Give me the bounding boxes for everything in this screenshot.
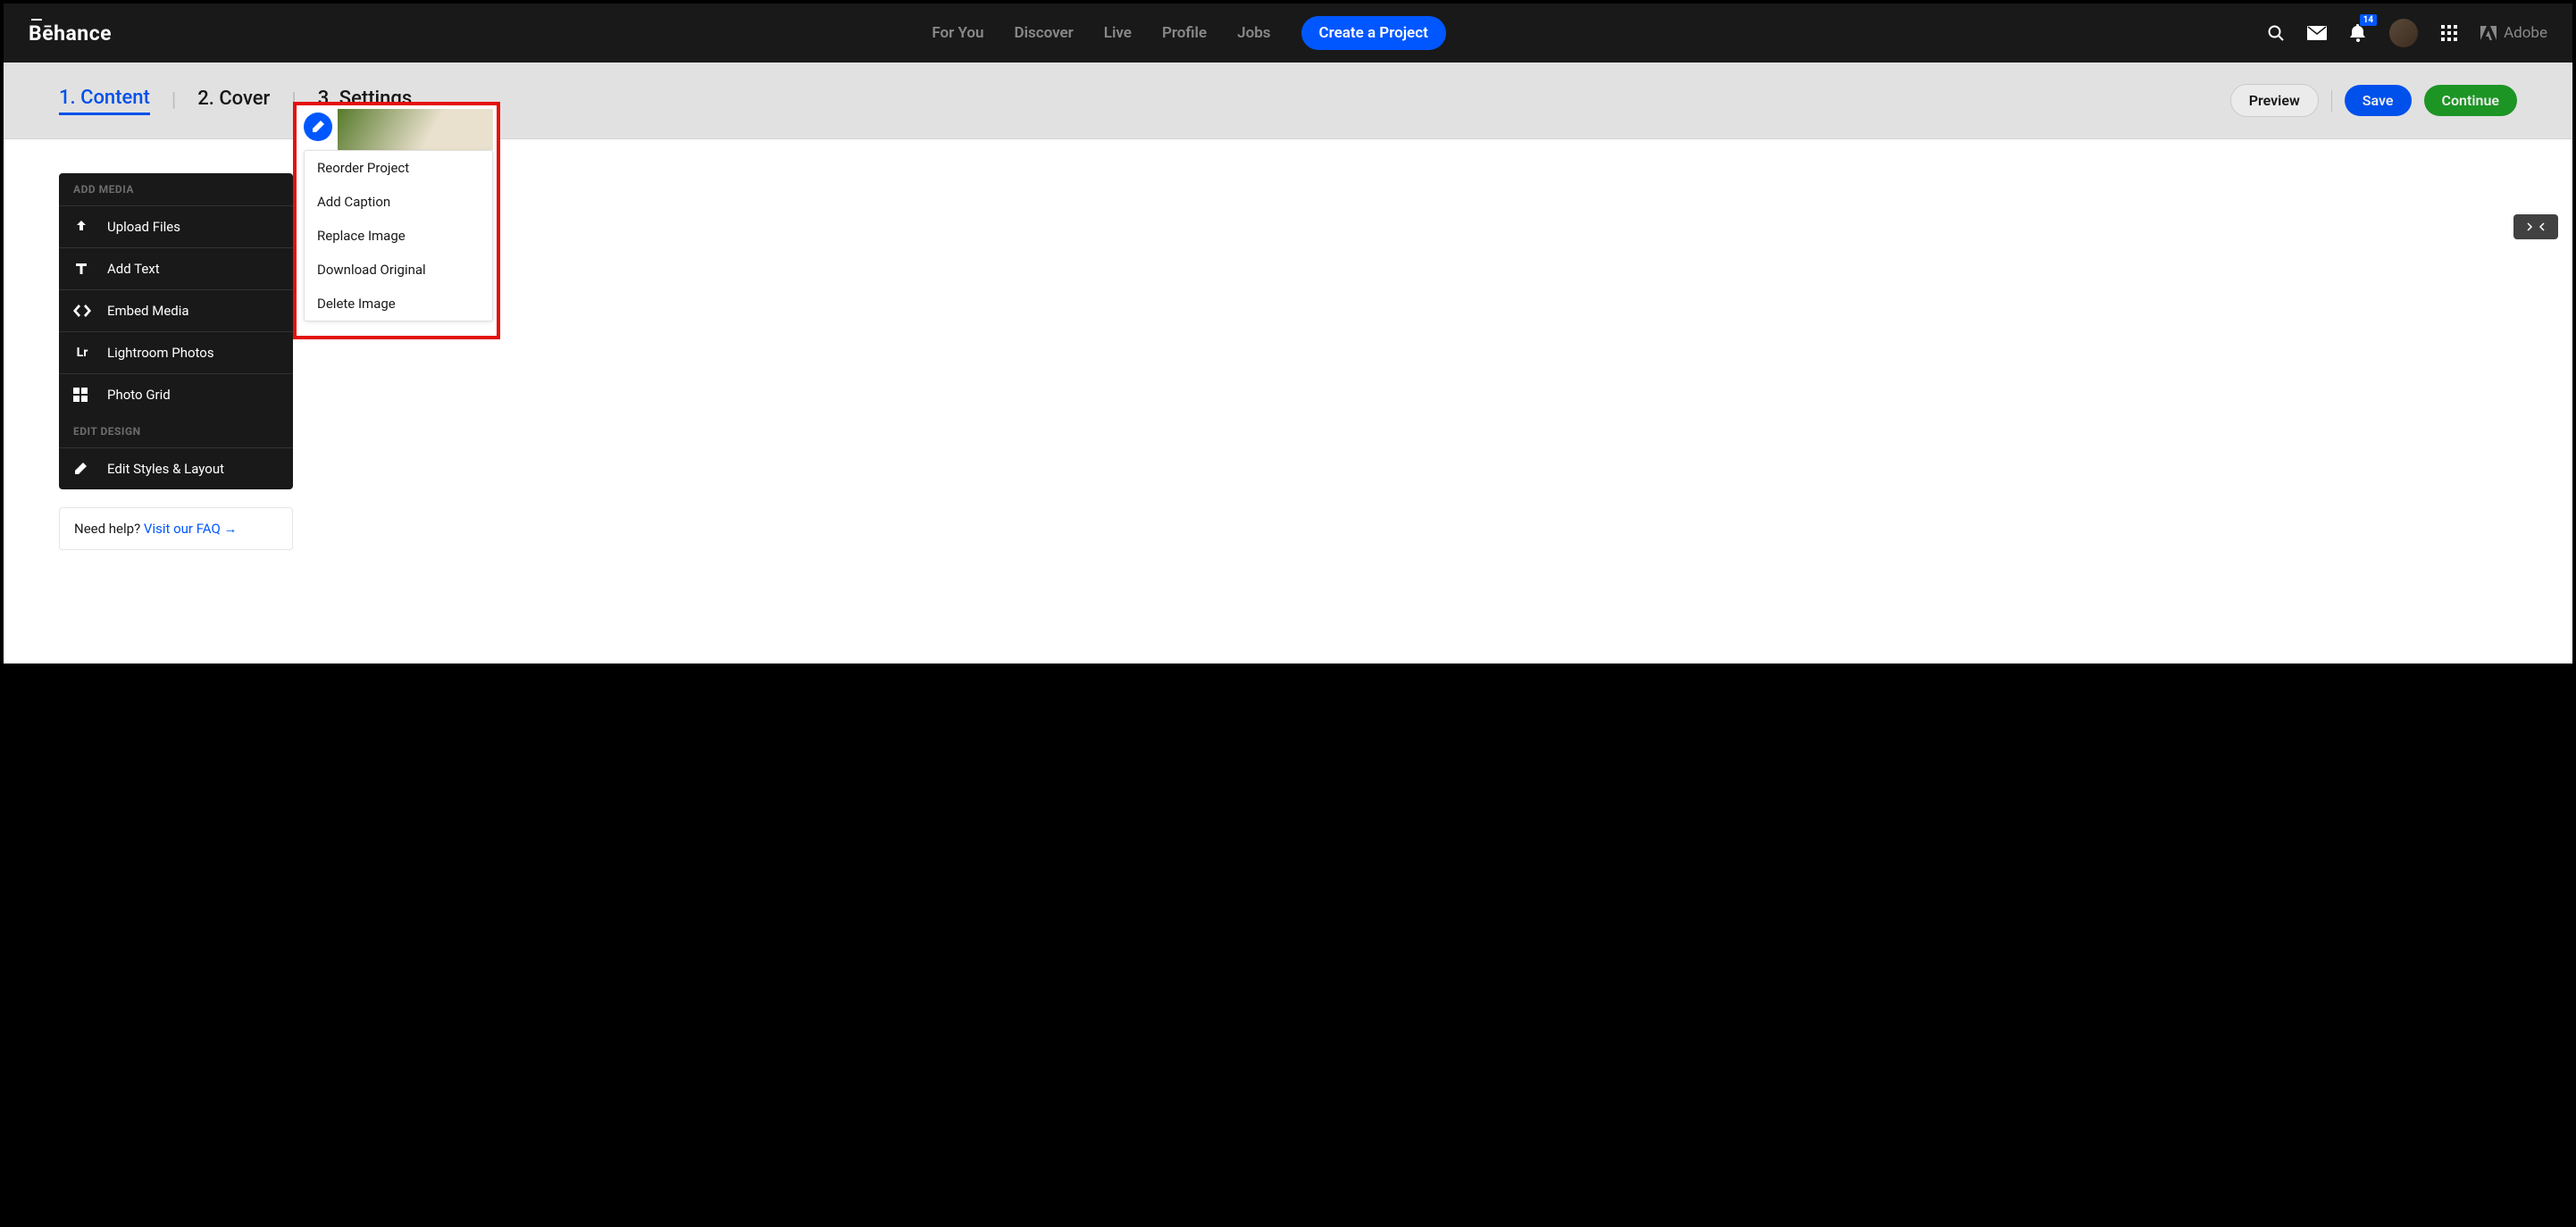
step-actions: Preview Save Continue <box>2230 84 2517 117</box>
edit-image-menu: Reorder Project Add Caption Replace Imag… <box>304 150 493 321</box>
top-nav: Bēhance For You Discover Live Profile Jo… <box>4 4 2572 63</box>
app-window: Bēhance For You Discover Live Profile Jo… <box>4 4 2572 664</box>
search-icon[interactable] <box>2266 23 2286 43</box>
avatar[interactable] <box>2389 19 2418 47</box>
save-button[interactable]: Save <box>2345 85 2412 116</box>
sidebar-item-add-text[interactable]: Add Text <box>59 247 293 289</box>
notifications-icon[interactable]: 14 <box>2348 23 2368 43</box>
menu-replace-image[interactable]: Replace Image <box>305 219 492 253</box>
menu-delete-image[interactable]: Delete Image <box>305 287 492 321</box>
tab-cover[interactable]: 2. Cover <box>197 88 270 113</box>
sidebar-item-label: Upload Files <box>107 219 180 235</box>
behance-logo[interactable]: Bēhance <box>29 21 112 46</box>
sidebar-item-embed[interactable]: Embed Media <box>59 289 293 331</box>
sidebar-item-label: Embed Media <box>107 303 189 319</box>
editor-sidebar: ADD MEDIA Upload Files Add Text Embed Me… <box>59 173 293 550</box>
arrow-right-icon <box>2526 222 2535 231</box>
nav-for-you[interactable]: For You <box>932 24 983 42</box>
sidebar-item-label: Photo Grid <box>107 387 171 403</box>
help-box: Need help? Visit our FAQ → <box>59 507 293 550</box>
continue-button[interactable]: Continue <box>2424 85 2517 116</box>
action-separator <box>2331 90 2332 112</box>
sidebar-item-label: Add Text <box>107 261 160 277</box>
apps-grid-icon[interactable] <box>2439 23 2459 43</box>
adobe-icon <box>2480 26 2497 40</box>
text-icon <box>73 261 91 277</box>
sidebar-item-label: Edit Styles & Layout <box>107 461 224 477</box>
sidebar-item-photo-grid[interactable]: Photo Grid <box>59 373 293 415</box>
sidebar-item-upload[interactable]: Upload Files <box>59 205 293 247</box>
collapse-handle[interactable] <box>2513 214 2558 239</box>
notification-badge: 14 <box>2360 14 2377 26</box>
lightroom-icon: Lr <box>73 346 91 360</box>
menu-add-caption[interactable]: Add Caption <box>305 185 492 219</box>
nav-jobs[interactable]: Jobs <box>1237 24 1270 42</box>
pencil-icon <box>312 121 324 133</box>
edit-image-popover: Reorder Project Add Caption Replace Imag… <box>293 102 500 339</box>
pencil-icon <box>73 462 91 476</box>
embed-icon <box>73 305 91 317</box>
nav-profile[interactable]: Profile <box>1162 24 1207 42</box>
preview-button[interactable]: Preview <box>2230 84 2319 117</box>
sidebar-item-edit-styles[interactable]: Edit Styles & Layout <box>59 447 293 489</box>
sidebar-item-label: Lightroom Photos <box>107 345 214 361</box>
help-prefix: Need help? <box>74 521 144 537</box>
nav-right: 14 Adobe <box>2266 19 2547 47</box>
mail-icon[interactable] <box>2307 23 2327 43</box>
tab-content[interactable]: 1. Content <box>59 87 150 115</box>
add-media-header: ADD MEDIA <box>59 173 293 205</box>
grid-icon <box>73 388 91 402</box>
stepbar-wrap: 1. Content | 2. Cover | 3. Settings Prev… <box>4 63 2572 139</box>
create-project-button[interactable]: Create a Project <box>1301 16 1446 50</box>
faq-link[interactable]: Visit our FAQ → <box>144 521 238 537</box>
nav-center: For You Discover Live Profile Jobs Creat… <box>932 16 1445 50</box>
step-separator: | <box>171 89 176 112</box>
sidebar-item-lightroom[interactable]: Lr Lightroom Photos <box>59 331 293 373</box>
nav-discover[interactable]: Discover <box>1015 24 1074 42</box>
arrow-left-icon <box>2537 222 2546 231</box>
nav-live[interactable]: Live <box>1104 24 1132 42</box>
edit-design-header: EDIT DESIGN <box>59 415 293 447</box>
menu-download-original[interactable]: Download Original <box>305 253 492 287</box>
upload-icon <box>73 219 91 235</box>
adobe-link[interactable]: Adobe <box>2480 24 2547 42</box>
menu-reorder-project[interactable]: Reorder Project <box>305 151 492 185</box>
image-peek <box>338 109 493 150</box>
adobe-label: Adobe <box>2504 24 2547 42</box>
edit-image-button[interactable] <box>304 113 332 141</box>
sidebar-panel: ADD MEDIA Upload Files Add Text Embed Me… <box>59 173 293 489</box>
